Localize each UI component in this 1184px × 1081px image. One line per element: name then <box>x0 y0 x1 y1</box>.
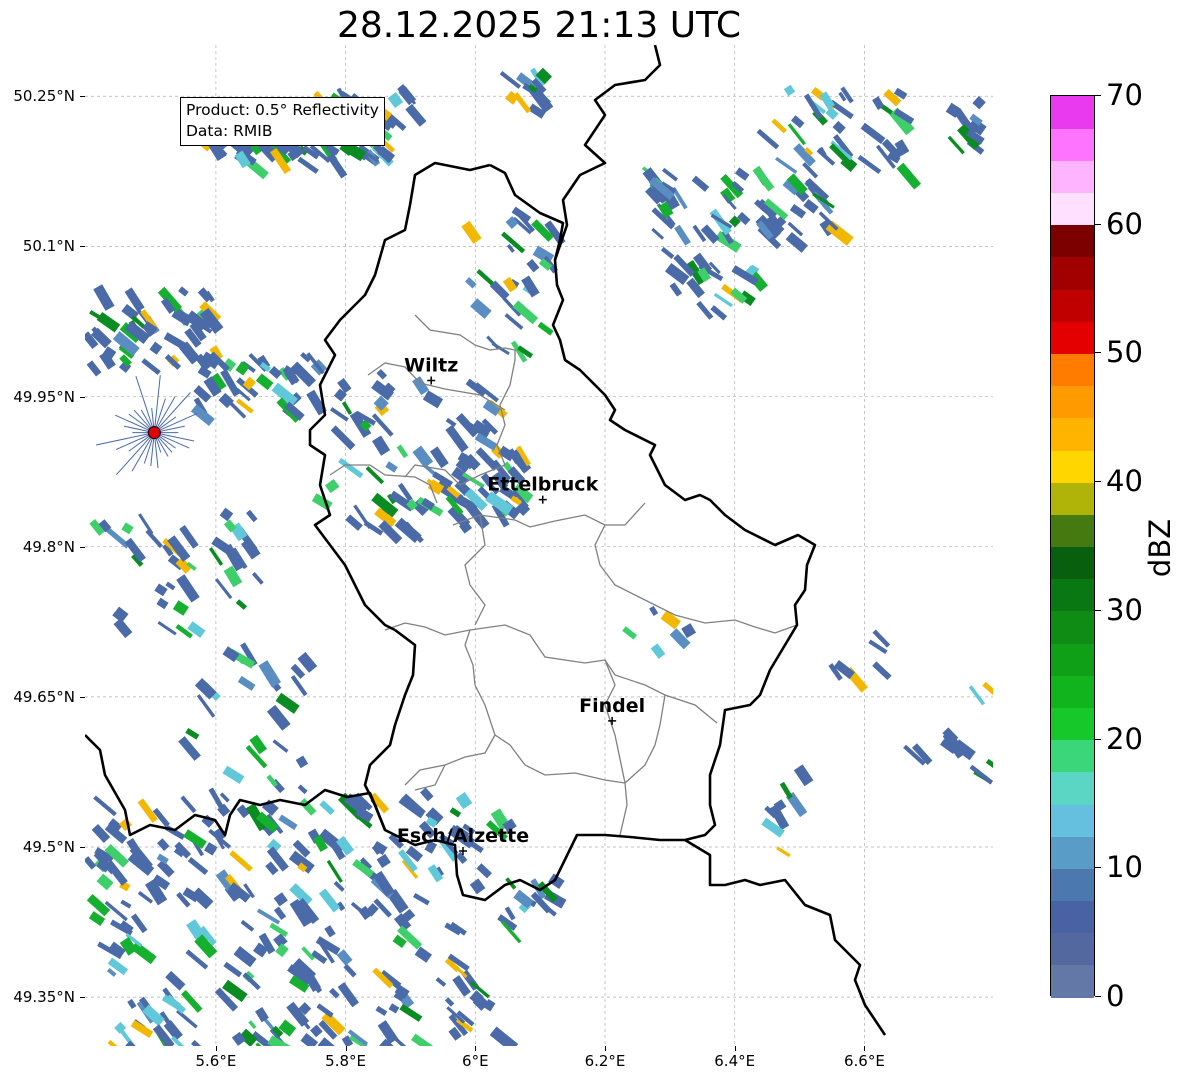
colorbar-tick-label: 30 <box>1106 592 1143 627</box>
lat-tick-mark <box>80 96 85 98</box>
product-info-box: Product: 0.5° Reflectivity Data: RMIB <box>180 97 385 146</box>
lon-tick-label: 5.6°E <box>195 1052 237 1070</box>
colorbar-segment <box>1051 353 1094 387</box>
radar-site-marker[interactable] <box>147 426 161 440</box>
colorbar-segment <box>1051 675 1094 708</box>
colorbar-segment <box>1051 289 1094 322</box>
lat-tick-mark <box>80 246 85 248</box>
lat-tick-mark <box>80 696 85 698</box>
colorbar-segment <box>1051 868 1094 902</box>
colorbar-segment <box>1051 707 1094 741</box>
colorbar-segment <box>1051 578 1094 612</box>
colorbar-tick-mark <box>1095 352 1101 354</box>
colorbar-segment <box>1051 964 1094 998</box>
lon-tick-label: 6°E <box>462 1052 489 1070</box>
radar-map[interactable]: Wiltz Ettelbruck Findel Esch/Alzette Produc… <box>85 45 993 1046</box>
colorbar-tick-mark <box>1095 481 1101 483</box>
colorbar-segment <box>1051 610 1094 644</box>
lat-tick-mark <box>80 396 85 398</box>
lon-tick-mark <box>345 1046 347 1051</box>
colorbar-segment <box>1051 385 1094 419</box>
colorbar-tick-mark <box>1095 609 1101 611</box>
colorbar-segment <box>1051 900 1094 934</box>
colorbar-segment <box>1051 96 1094 129</box>
colorbar-tick-mark <box>1095 996 1101 997</box>
lon-tick-mark <box>734 1046 736 1051</box>
colorbar-segment <box>1051 514 1094 548</box>
lat-tick-mark <box>80 847 85 848</box>
product-label: Product: 0.5° Reflectivity <box>186 101 379 119</box>
colorbar-tick-label: 20 <box>1106 721 1143 756</box>
colorbar-tick-mark <box>1095 867 1101 869</box>
lon-tick-mark <box>864 1046 866 1051</box>
colorbar-tick-label: 50 <box>1106 335 1143 370</box>
colorbar-segment <box>1051 449 1094 483</box>
lon-tick-mark <box>475 1046 477 1051</box>
colorbar-segment <box>1051 482 1094 515</box>
colorbar-title: dBZ <box>1143 518 1177 578</box>
lat-tick-mark <box>80 997 85 999</box>
colorbar-tick-label: 70 <box>1106 78 1143 112</box>
lon-tick-label: 6.6°E <box>843 1052 885 1070</box>
lat-tick-label: 49.35°N <box>13 988 75 1007</box>
colorbar-tick-mark <box>1095 223 1101 225</box>
colorbar-segment <box>1051 739 1094 773</box>
city-label: Ettelbruck <box>487 474 598 496</box>
lat-tick-label: 49.8°N <box>22 537 75 556</box>
colorbar-segment <box>1051 128 1094 161</box>
lon-tick-mark <box>215 1046 217 1051</box>
colorbar-segment <box>1051 256 1094 290</box>
lon-tick-mark <box>605 1046 606 1051</box>
colorbar-tick-label: 60 <box>1106 206 1143 241</box>
lon-tick-label: 6.4°E <box>714 1052 756 1070</box>
dbz-colorbar <box>1050 95 1095 998</box>
colorbar-segment <box>1051 836 1094 869</box>
colorbar-segment <box>1051 160 1094 194</box>
lat-tick-label: 50.25°N <box>13 87 75 106</box>
lat-tick-label: 49.65°N <box>13 687 75 706</box>
colorbar-segment <box>1051 803 1094 837</box>
city-label: Esch/Alzette <box>397 825 529 847</box>
city-label: Findel <box>579 695 645 717</box>
lon-tick-label: 6.2°E <box>584 1052 626 1070</box>
colorbar-segment <box>1051 771 1094 805</box>
colorbar-segment <box>1051 546 1094 580</box>
colorbar-tick-label: 0 <box>1106 979 1125 1013</box>
colorbar-tick-mark <box>1095 95 1101 96</box>
colorbar-tick-label: 40 <box>1106 464 1143 499</box>
colorbar-tick-mark <box>1095 738 1101 740</box>
lat-tick-label: 49.95°N <box>13 387 75 406</box>
lon-tick-label: 5.8°E <box>325 1052 367 1070</box>
colorbar-segment <box>1051 417 1094 451</box>
data-source-label: Data: RMIB <box>186 122 273 140</box>
radar-map-canvas[interactable]: Wiltz Ettelbruck Findel Esch/Alzette <box>85 45 993 1046</box>
colorbar-segment <box>1051 192 1094 226</box>
lat-tick-label: 49.5°N <box>22 838 75 856</box>
colorbar-segment <box>1051 932 1094 966</box>
lat-tick-label: 50.1°N <box>22 237 75 256</box>
city-label: Wiltz <box>404 355 458 377</box>
colorbar-segment <box>1051 224 1094 258</box>
map-title: 28.12.2025 21:13 UTC <box>336 5 742 46</box>
colorbar-tick-label: 10 <box>1106 850 1143 885</box>
lat-tick-mark <box>80 546 85 548</box>
colorbar-segment <box>1051 643 1094 676</box>
colorbar-segment <box>1051 321 1094 355</box>
